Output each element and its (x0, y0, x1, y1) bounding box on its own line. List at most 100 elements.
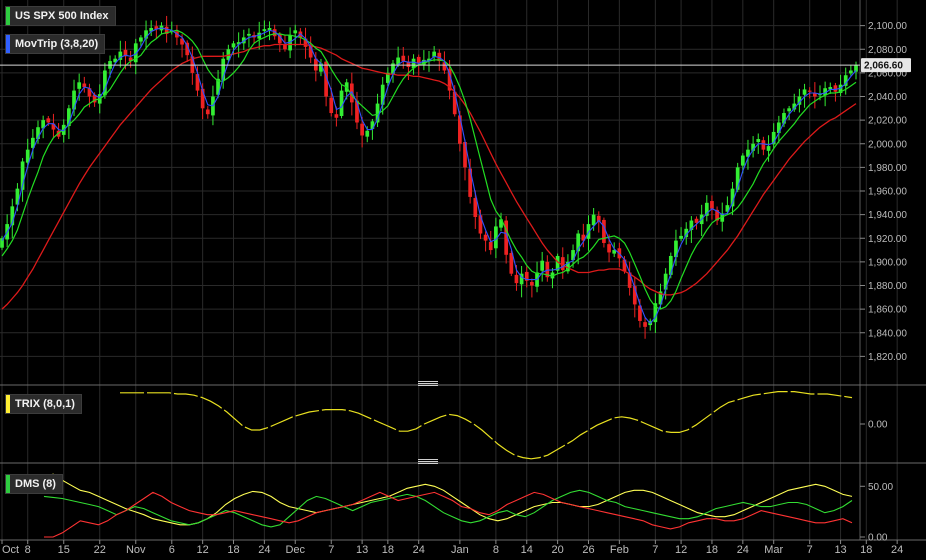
candle-body (740, 155, 745, 166)
candle-body (139, 37, 143, 42)
candle-body (458, 115, 462, 144)
date-tick-label: 18 (860, 544, 872, 556)
candle-body (591, 214, 596, 226)
candle-body (756, 139, 761, 142)
dms-legend: DMS (8) (5, 474, 63, 494)
candle-body (761, 140, 766, 150)
candle-body (766, 146, 771, 151)
trix-swatch (6, 395, 10, 413)
date-tick-label: 26 (582, 544, 594, 556)
trix-title: TRIX (8,0,1) (15, 398, 75, 410)
candle-body (77, 82, 82, 89)
movtrip-legend: MovTrip (3,8,20) (5, 34, 106, 54)
price-tick-label: 1,840.00 (868, 328, 907, 339)
price-tick-label: 1,940.00 (868, 210, 907, 221)
candle-body (514, 274, 519, 284)
date-tick-label: 22 (94, 544, 106, 556)
price-swatch (6, 7, 10, 25)
candle-body (643, 322, 647, 327)
movtrip-title: MovTrip (3,8,20) (15, 38, 99, 50)
candle-body (849, 70, 853, 74)
date-tick-label: 24 (737, 544, 749, 556)
dms-resize-handle[interactable] (418, 459, 438, 464)
candle-body (205, 109, 210, 115)
candle-body (46, 118, 51, 123)
date-tick-label: 15 (58, 544, 70, 556)
candle-body (530, 281, 534, 286)
candle-body (231, 43, 236, 48)
candle-body (401, 55, 406, 62)
candle-body (360, 123, 364, 136)
dms-swatch (6, 475, 10, 493)
candle-body (483, 234, 488, 241)
date-tick-label: Jan (451, 544, 469, 556)
price-tick-label: 1,880.00 (868, 281, 907, 292)
date-tick-label: 20 (551, 544, 563, 556)
date-tick-label: 18 (382, 544, 394, 556)
date-tick-label: Mar (764, 544, 783, 556)
price-tick-label: 2,040.00 (868, 92, 907, 103)
price-tick-label: 1,920.00 (868, 234, 907, 245)
chart-canvas: 1,820.00 1,840.00 1,860.00 1,880.00 1,900.00… (0, 0, 926, 560)
candle-body (262, 29, 267, 31)
candle-body (283, 44, 287, 50)
candle-body (468, 168, 473, 197)
date-tick-label: 18 (706, 544, 718, 556)
candle-body (540, 260, 545, 271)
price-tick-label: 1,980.00 (868, 163, 907, 174)
date-tick-label: 12 (675, 544, 687, 556)
date-tick-label: 13 (834, 544, 846, 556)
candle-body (802, 89, 807, 95)
candle-body (807, 90, 812, 92)
candle-body (607, 244, 611, 253)
price-tick-label: 1,960.00 (868, 187, 907, 198)
date-tick-label: 18 (227, 544, 239, 556)
price-tick-label: 2,020.00 (868, 116, 907, 127)
price-title: US SPX 500 Index (15, 10, 109, 22)
candle-body (247, 33, 251, 36)
date-tick-label: 13 (356, 544, 368, 556)
price-tick-label: 2,000.00 (868, 139, 907, 150)
dms-title: DMS (8) (15, 478, 56, 490)
date-tick-label: Nov (126, 544, 146, 556)
date-tick-label: 24 (258, 544, 270, 556)
date-tick-label: 24 (413, 544, 425, 556)
date-tick-label: Dec (285, 544, 305, 556)
candle-body (293, 30, 298, 34)
candle-body (679, 235, 683, 239)
trix-resize-handle[interactable] (418, 381, 438, 386)
date-tick-label: Oct (2, 544, 19, 556)
date-tick-label: 8 (493, 544, 499, 556)
candle-body (663, 273, 668, 290)
date-tick-label: 24 (891, 544, 903, 556)
date-tick-label: 7 (807, 544, 813, 556)
price-panel-title: US SPX 500 Index (5, 6, 116, 26)
candle-body (710, 201, 714, 209)
candle-body (488, 241, 493, 251)
date-tick-label: Feb (610, 544, 629, 556)
candle-body (82, 83, 87, 88)
trix-legend: TRIX (8,0,1) (5, 394, 82, 414)
candle-body (560, 257, 565, 271)
date-tick-label: 8 (25, 544, 31, 556)
dms-tick-label: 0.00 (868, 533, 888, 544)
price-tick-label: 1,900.00 (868, 257, 907, 268)
dms-tick-label: 50.00 (868, 482, 893, 493)
candle-body (334, 114, 339, 118)
date-tick-label: 14 (521, 544, 533, 556)
candle-body (329, 97, 334, 114)
candle-body (602, 219, 606, 243)
price-tick-label: 1,860.00 (868, 305, 907, 316)
trix-tick-label: 0.00 (868, 420, 888, 431)
date-tick-label: 7 (652, 544, 658, 556)
candle-body (452, 91, 457, 115)
candle-body (365, 130, 370, 137)
candle-body (833, 85, 838, 92)
price-tick-label: 2,100.00 (868, 21, 907, 32)
price-tick-label: 2,080.00 (868, 45, 907, 56)
date-tick-label: 12 (197, 544, 209, 556)
date-tick-label: 7 (328, 544, 334, 556)
candle-body (787, 108, 791, 112)
movtrip-swatch (6, 35, 10, 53)
price-tick-label: 1,820.00 (868, 352, 907, 363)
